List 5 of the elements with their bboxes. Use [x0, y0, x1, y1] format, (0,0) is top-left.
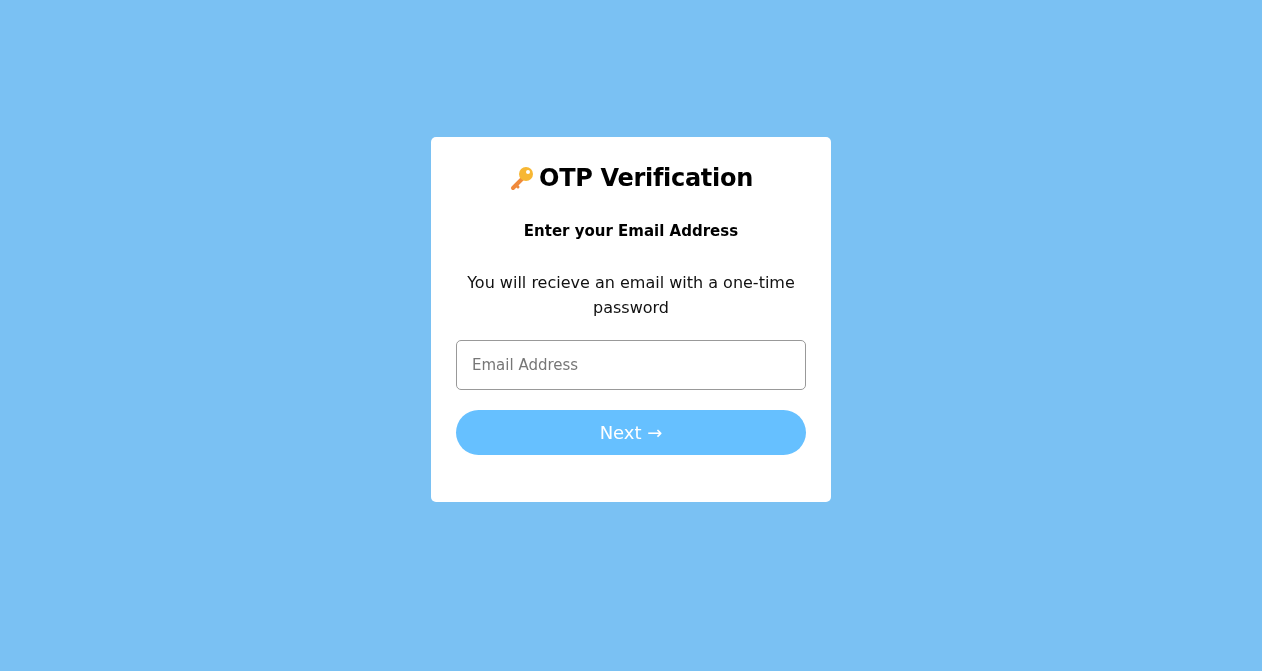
title: OTP Verification — [539, 164, 753, 192]
email-field[interactable]: Email Address — [456, 340, 806, 390]
key-icon — [509, 165, 536, 191]
subtitle: Enter your Email Address — [523, 222, 739, 240]
description: You will recieve an email with a one-time password — [466, 272, 796, 319]
